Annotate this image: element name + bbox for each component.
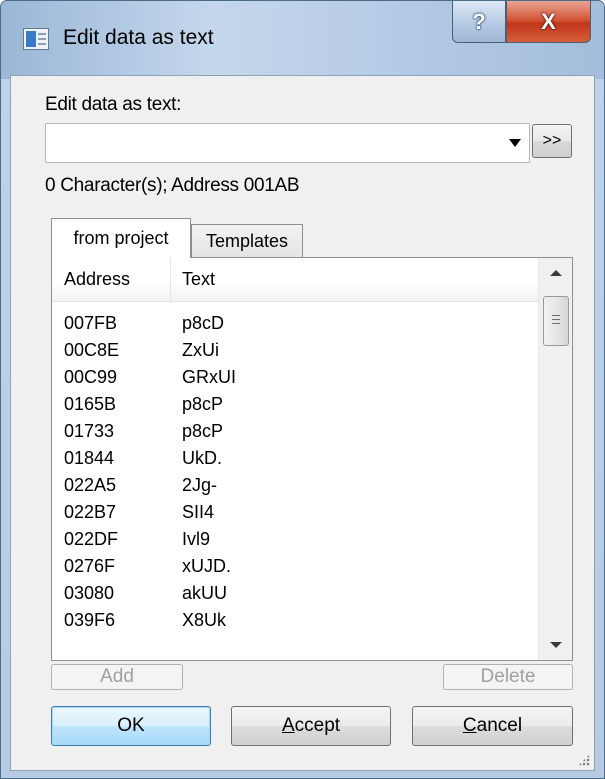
scroll-thumb[interactable] — [543, 296, 569, 346]
help-button[interactable]: ? — [452, 1, 506, 43]
vertical-scrollbar[interactable] — [538, 258, 572, 660]
row-text: X8Uk — [182, 610, 227, 630]
address-list[interactable]: 007FB p8cD 00C8E ZxUi 00C99 GRxUI 0165B p8cP… — [52, 302, 538, 660]
row-text: Ivl9 — [182, 529, 211, 549]
row-address: 01733 — [64, 421, 115, 441]
column-header-address[interactable]: Address — [64, 269, 130, 290]
row-address: 0276F — [64, 556, 116, 576]
list-item[interactable]: 00C8E ZxUi — [52, 337, 538, 364]
cancel-label-rest: ancel — [476, 715, 523, 736]
accept-mnemonic: A — [281, 715, 295, 736]
row-text: akUU — [182, 583, 228, 603]
row-text: xUJD. — [182, 556, 231, 576]
row-text: SII4 — [182, 502, 215, 522]
list-item[interactable]: 0276F xUJD. — [52, 553, 538, 580]
row-text: p8cP — [182, 421, 224, 441]
title-bar[interactable]: Edit data as text ? X — [1, 1, 604, 79]
list-item[interactable]: 00C99 GRxUI — [52, 364, 538, 391]
list-item[interactable]: 039F6 X8Uk — [52, 607, 538, 634]
thumb-grip-icon — [552, 315, 560, 316]
tab-templates[interactable]: Templates — [191, 224, 303, 258]
row-text: p8cD — [182, 313, 225, 333]
list-item[interactable]: 01733 p8cP — [52, 418, 538, 445]
window-title: Edit data as text — [63, 26, 214, 49]
dropdown-arrow-icon[interactable] — [509, 139, 521, 147]
row-text: 2Jg- — [182, 475, 218, 495]
list-header: Address Text — [52, 258, 538, 302]
cancel-button[interactable]: Cancel — [412, 706, 573, 746]
row-address: 022B7 — [64, 502, 117, 522]
scroll-up-arrow-icon[interactable] — [550, 270, 562, 276]
list-item[interactable]: 0165B p8cP — [52, 391, 538, 418]
close-button[interactable]: X — [506, 1, 591, 43]
list-item[interactable]: 007FB p8cD — [52, 310, 538, 337]
more-button[interactable]: >> — [532, 124, 572, 158]
row-address: 00C99 — [64, 367, 118, 387]
row-address: 022DF — [64, 529, 119, 549]
dialog-client-area: Edit data as text: >> 0 Character(s); Ad… — [10, 75, 595, 771]
add-button[interactable]: Add — [51, 664, 183, 690]
column-header-text[interactable]: Text — [182, 269, 215, 290]
row-address: 03080 — [64, 583, 115, 603]
accept-button[interactable]: Accept — [231, 706, 391, 746]
row-text: p8cP — [182, 394, 224, 414]
tab-from-project[interactable]: from project — [51, 218, 191, 258]
delete-button[interactable]: Delete — [443, 664, 573, 690]
resize-grip-icon[interactable] — [578, 754, 590, 766]
cancel-mnemonic: C — [462, 715, 477, 736]
row-address: 0165B — [64, 394, 117, 414]
row-address: 00C8E — [64, 340, 120, 360]
row-address: 022A5 — [64, 475, 117, 495]
row-text: GRxUI — [182, 367, 236, 387]
edit-label: Edit data as text: — [45, 94, 182, 115]
tab-panel: Address Text 007FB p8cD 00C8E ZxUi 00C99 GR… — [51, 257, 573, 661]
list-item[interactable]: 01844 UkD. — [52, 445, 538, 472]
row-address: 01844 — [64, 448, 115, 468]
ok-button[interactable]: OK — [51, 706, 211, 746]
text-combobox[interactable] — [45, 123, 530, 163]
dialog-window: Edit data as text ? X Edit data as text:… — [0, 0, 605, 779]
list-item[interactable]: 03080 akUU — [52, 580, 538, 607]
scroll-down-arrow-icon[interactable] — [550, 642, 562, 648]
column-divider[interactable] — [170, 258, 171, 302]
accept-label-rest: ccept — [294, 715, 341, 736]
row-text: ZxUi — [182, 340, 219, 360]
row-address: 007FB — [64, 313, 118, 333]
row-address: 039F6 — [64, 610, 116, 630]
list-item[interactable]: 022DF Ivl9 — [52, 526, 538, 553]
app-icon — [23, 28, 49, 50]
list-item[interactable]: 022B7 SII4 — [52, 499, 538, 526]
row-text: UkD. — [182, 448, 222, 468]
status-text: 0 Character(s); Address 001AB — [45, 175, 300, 196]
list-item[interactable]: 022A5 2Jg- — [52, 472, 538, 499]
